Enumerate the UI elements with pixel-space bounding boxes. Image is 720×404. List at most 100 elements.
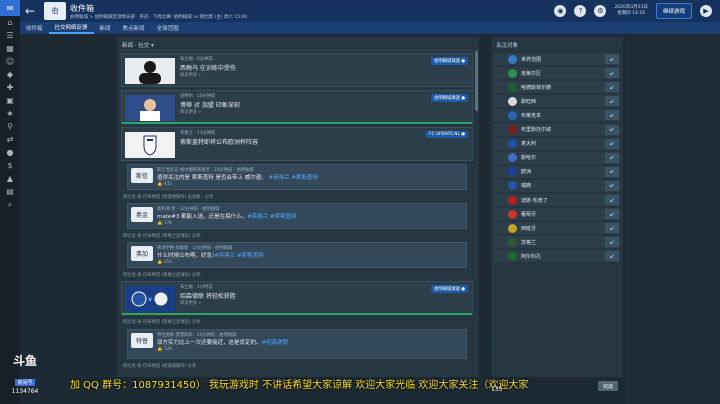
club-info-icon[interactable]: ● (0, 146, 20, 159)
page-title: 收件箱 (70, 3, 94, 13)
room-number: 1134764 (11, 388, 39, 395)
like-count[interactable]: 👍 433 (157, 182, 172, 187)
social-icon[interactable]: ◉ (554, 5, 567, 17)
follow-item[interactable]: 哈德斯菲尔德 ↙ (494, 81, 620, 94)
forward-icon[interactable]: ▶ (700, 5, 712, 17)
unfollow-arrow-icon[interactable]: ↙ (605, 251, 619, 262)
unfollow-arrow-icon[interactable]: ↙ (605, 82, 619, 93)
follow-item[interactable]: 西班牙 ↙ (494, 222, 620, 235)
follow-item[interactable]: 意大利 ↙ (494, 137, 620, 150)
follow-item-label: 布里斯托尔城 (521, 127, 552, 133)
unfollow-arrow-icon[interactable]: ↙ (605, 138, 619, 149)
like-count[interactable]: 👍 216 (157, 260, 172, 265)
settings-icon[interactable]: ⚙ (594, 5, 607, 17)
unfollow-arrow-icon[interactable]: ↙ (605, 166, 619, 177)
help-icon[interactable]: ? (574, 5, 587, 17)
tab-social-feed[interactable]: 社交网络反馈 (48, 22, 94, 34)
competitions-icon[interactable]: ★ (0, 107, 20, 120)
like-count[interactable]: 👍 126 (157, 347, 172, 352)
share-note: 阿比尼·肯·巴布特诺 (英格兰足球队) 分享 (123, 273, 201, 278)
read-more-link[interactable]: 阅读更多 » (180, 109, 201, 115)
hashtags[interactable]: #英格兰 #索斯盖特 (269, 175, 318, 181)
squad-icon[interactable]: ☰ (0, 29, 20, 42)
feed-card[interactable]: 布兰福 · 6分钟前 西梅乌 在训练中受伤 阅读更多 » 伯明翰城球迷 ● (121, 53, 473, 87)
tab-worldwide[interactable]: 全球范围 (151, 22, 185, 34)
unfollow-arrow-icon[interactable]: ↙ (605, 223, 619, 234)
follow-item[interactable]: 葡萄牙 ↙ (494, 208, 620, 221)
tab-inbox[interactable]: 收件箱 (20, 22, 49, 34)
schedule-icon[interactable]: ▣ (0, 94, 20, 107)
reply-card[interactable]: 奥金 奥利弗·金 · 12分钟前 · 伯明翰城 mate#3 都能入选，还是在搞… (127, 203, 467, 229)
tab-focus-news[interactable]: 焦点新闻 (117, 22, 151, 34)
svg-text:v: v (148, 296, 152, 303)
follow-item[interactable]: 瑞典 ↙ (494, 179, 620, 192)
source-badge: FC UPDATE.NL ● (426, 131, 468, 138)
staff-icon[interactable]: ☺ (0, 55, 20, 68)
follow-item[interactable]: 世界范围 ↙ (494, 53, 620, 65)
hashtags[interactable]: #英格兰 #索斯盖特 (247, 214, 296, 220)
follow-item[interactable]: 阿尔科孔 ↙ (494, 250, 620, 263)
reply-card[interactable]: 特普 特拉维斯·普雷斯科 · 20分钟前 · 伯明翰城 双方实力比上一次还要接近… (127, 329, 467, 359)
tactics-icon[interactable]: ▦ (0, 42, 20, 55)
reply-body: mate#3 都能入选，还是在搞什么。 (157, 214, 248, 220)
team-crest-icon (508, 167, 517, 177)
game-date: 2020年4月23日 星期四 14:16 (614, 5, 648, 17)
follow-item[interactable]: 斯哈尔 ↙ (494, 151, 620, 164)
unfollow-arrow-icon[interactable]: ↙ (605, 124, 619, 135)
follow-item[interactable]: 斯旺西 ↙ (494, 95, 620, 108)
read-more-link[interactable]: 阅读更多 » (180, 72, 201, 78)
player-silhouette-image (125, 58, 175, 84)
unfollow-arrow-icon[interactable]: ↙ (605, 237, 619, 248)
unfollow-arrow-icon[interactable]: ↙ (605, 180, 619, 191)
feed-card[interactable]: 英格兰 · 13分钟前 索斯盖特即将公布欧洲杯阵容 FC UPDATE.NL ● (121, 127, 473, 161)
finances-icon[interactable]: $ (0, 159, 20, 172)
home-icon[interactable]: ⌂ (0, 16, 20, 29)
done-button[interactable]: 完成 (598, 381, 618, 391)
reply-body: 值得关注的是 索斯盖特 是否会带上 威尔逊。 (157, 175, 269, 181)
follow-item-label: 瑞典 (521, 183, 532, 190)
follow-item[interactable]: 克莱尔区 ↙ (494, 67, 620, 80)
card-headline: 绍森德联 将轻松获胜 (180, 293, 236, 300)
unfollow-arrow-icon[interactable]: ↙ (605, 110, 619, 121)
training-icon[interactable]: ◆ (0, 68, 20, 81)
follow-item[interactable]: 布里斯托尔城 ↙ (494, 123, 620, 136)
follow-item[interactable]: 布莱克本 ↙ (494, 109, 620, 122)
unfollow-arrow-icon[interactable]: ↙ (605, 96, 619, 107)
unfollow-arrow-icon[interactable]: ↙ (605, 152, 619, 163)
feed-filter[interactable]: 新闻 · 社交 ▾ (117, 37, 479, 51)
reply-card[interactable]: 斯信 斯吉戈尼克·维尔德斯蒂奥罗 · 10分钟前 · 伯明翰城 值得关注的是 索… (127, 164, 467, 190)
hashtags[interactable]: #绍森德联 (262, 340, 289, 346)
report-icon[interactable]: ▤ (0, 185, 20, 198)
follow-item[interactable]: 波斯·毛奇了 ↙ (494, 194, 620, 206)
search-icon[interactable]: ⌕ (0, 198, 20, 211)
tab-news[interactable]: 新闻 (94, 22, 117, 34)
card-headline: 博蒂 对 加盟 印象深刻 (180, 102, 240, 109)
feed-card[interactable]: 迪特尔 · 10分钟前 博蒂 对 加盟 印象深刻 阅读更多 » 伯明翰城球迷 ● (121, 90, 473, 124)
tab-bar: 收件箱 社交网络反馈 新闻 焦点新闻 全球范围 (20, 22, 720, 34)
header-title-block: 收件箱 伯明翰城 > 伯明翰城足球俱乐部 · 英冠 · 下周比赛: 伯明翰城 v… (70, 3, 247, 20)
right-empty-area (625, 37, 720, 404)
team-crest-icon (508, 181, 517, 191)
medical-icon[interactable]: ✚ (0, 81, 20, 94)
unfollow-arrow-icon[interactable]: ↙ (605, 54, 619, 64)
transfers-icon[interactable]: ⇄ (0, 133, 20, 146)
dev-centre-icon[interactable]: ▲ (0, 172, 20, 185)
hashtags[interactable]: #英格兰 #索斯盖特 (214, 253, 263, 259)
back-arrow-icon[interactable]: ← (20, 4, 40, 18)
scouting-icon[interactable]: ⚲ (0, 120, 20, 133)
unfollow-arrow-icon[interactable]: ↙ (605, 195, 619, 205)
feed-card[interactable]: v 布兰福 · 1小时前 绍森德联 将轻松获胜 阅读更多 » 伯明翰城球迷 ● (121, 281, 473, 315)
screen: ✉ ⌂ ☰ ▦ ☺ ◆ ✚ ▣ ★ ⚲ ⇄ ● $ ▲ ▤ ⌕ ← 伯 收件箱 … (0, 0, 720, 404)
inbox-icon[interactable]: ✉ (0, 0, 20, 16)
read-more-link[interactable]: 阅读更多 » (180, 300, 201, 306)
douyu-watermark: 斗鱼 房间号 1134764 (2, 352, 48, 395)
follow-item[interactable]: 欧洲 ↙ (494, 165, 620, 178)
unfollow-arrow-icon[interactable]: ↙ (605, 68, 619, 79)
follow-item-label: 意大利 (521, 141, 537, 148)
like-count[interactable]: 👍 178 (157, 221, 172, 226)
reply-card[interactable]: 弗加 弗洛伦特·加鲁斯 · 14分钟前 · 伯明翰城 什么时候公布啊，好急!#英… (127, 242, 467, 268)
unfollow-arrow-icon[interactable]: ↙ (605, 209, 619, 220)
continue-button[interactable]: 继续游戏 (655, 3, 692, 19)
feed-scrollbar[interactable] (475, 51, 478, 111)
follow-item[interactable]: 苏格兰 ↙ (494, 236, 620, 249)
